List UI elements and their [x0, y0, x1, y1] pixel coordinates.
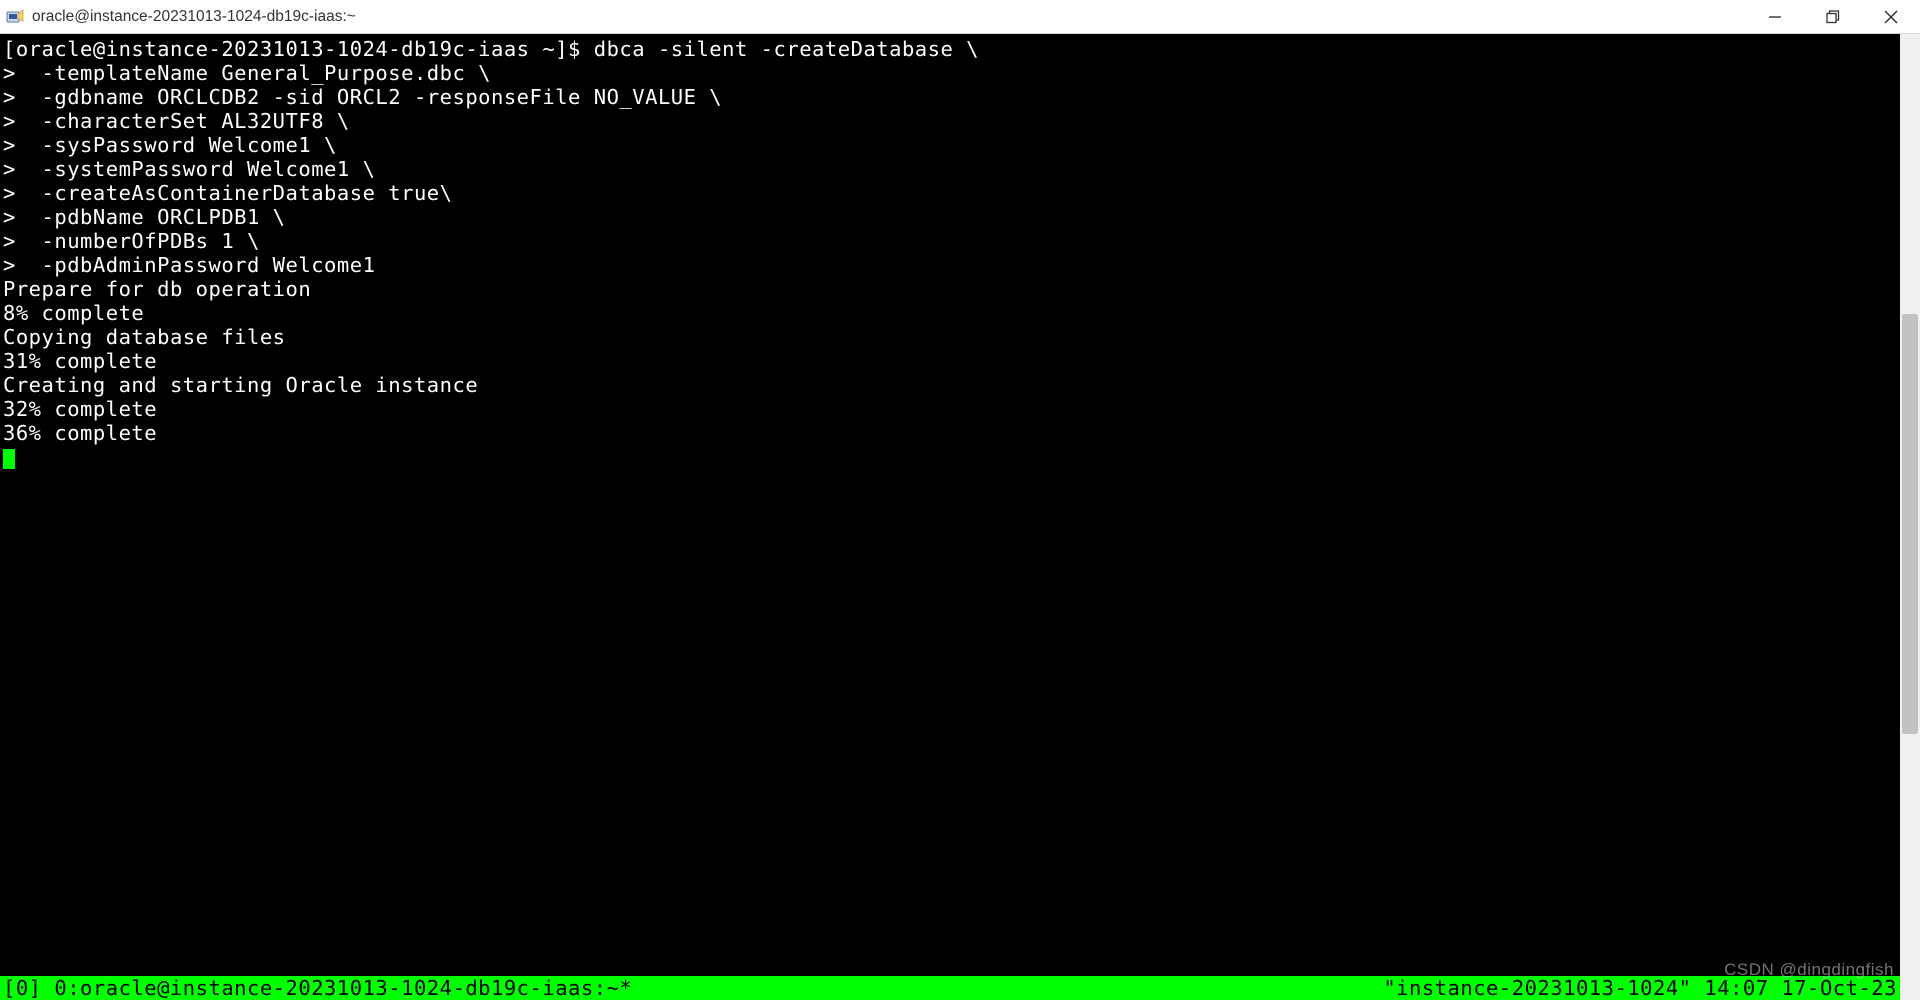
putty-icon	[6, 8, 24, 26]
window-controls	[1746, 0, 1920, 33]
tmux-status-right: "instance-20231013-1024" 14:07 17-Oct-23	[1383, 976, 1900, 1000]
tmux-status-bar: [0] 0:oracle@instance-20231013-1024-db19…	[0, 976, 1900, 1000]
minimize-button[interactable]	[1746, 0, 1804, 33]
window-title-area: oracle@instance-20231013-1024-db19c-iaas…	[6, 8, 356, 26]
terminal[interactable]: [oracle@instance-20231013-1024-db19c-iaa…	[0, 34, 1900, 982]
terminal-container: [oracle@instance-20231013-1024-db19c-iaa…	[0, 34, 1920, 1000]
terminal-cursor	[3, 449, 15, 469]
scrollbar[interactable]	[1900, 34, 1920, 1000]
maximize-button[interactable]	[1804, 0, 1862, 33]
window-title: oracle@instance-20231013-1024-db19c-iaas…	[32, 8, 356, 26]
close-icon	[1883, 9, 1899, 25]
minimize-icon	[1768, 10, 1782, 24]
scrollbar-thumb[interactable]	[1902, 314, 1918, 734]
window-titlebar: oracle@instance-20231013-1024-db19c-iaas…	[0, 0, 1920, 34]
tmux-status-left: [0] 0:oracle@instance-20231013-1024-db19…	[0, 976, 632, 1000]
maximize-icon	[1826, 10, 1840, 24]
close-button[interactable]	[1862, 0, 1920, 33]
